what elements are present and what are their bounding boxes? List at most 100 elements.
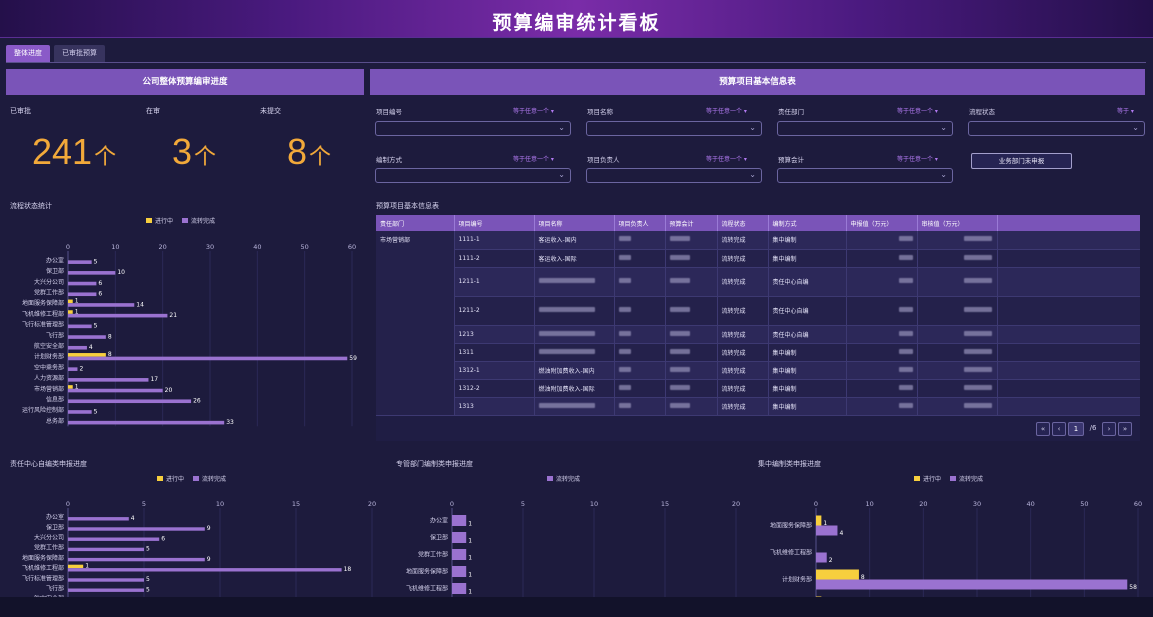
table-row[interactable]: 1211-2 流转完成 责任中心自编 — [376, 296, 1140, 326]
cell-project-owner — [614, 267, 666, 297]
axis-tick-label: 10 — [111, 243, 119, 251]
prev-page-button[interactable]: ‹ — [1052, 422, 1066, 436]
filter-select-process-status[interactable]: ⌄ — [968, 121, 1145, 136]
bar-value-label: 21 — [169, 312, 177, 319]
filter-select-project-owner[interactable]: ⌄ — [586, 168, 762, 183]
cell-spacer — [997, 325, 1140, 344]
table-row[interactable]: 1111-2 客运收入-国际 流转完成 集中编制 — [376, 249, 1140, 268]
axis-tick-label: 40 — [253, 243, 261, 251]
category-label: 信息部 — [46, 395, 64, 403]
tab-overall-progress[interactable]: 整体进度 — [6, 45, 50, 62]
unreported-departments-button[interactable]: 业务部门未申报 — [971, 153, 1072, 169]
axis-tick-label: 30 — [973, 500, 981, 508]
bar-value-label: 8 — [108, 333, 112, 340]
bar-value-label: 9 — [207, 525, 211, 532]
bar-done — [68, 517, 129, 521]
stat-label-reviewing: 在审 — [146, 107, 160, 115]
axis-tick-label: 20 — [732, 500, 740, 508]
col-header-process-status[interactable]: 流程状态 — [717, 215, 769, 231]
bar-done — [816, 579, 1128, 590]
bar-value-label: 5 — [146, 586, 150, 593]
col-header-project-owner[interactable]: 项目负责人 — [614, 215, 666, 231]
col-header-project-name[interactable]: 项目名称 — [534, 215, 615, 231]
category-label: 空中乘务部 — [34, 363, 64, 371]
legend-swatch — [547, 476, 553, 481]
filter-select-department[interactable]: ⌄ — [777, 121, 953, 136]
cell-declared-value — [846, 379, 918, 398]
cell-declared-value — [846, 267, 918, 297]
current-page[interactable]: 1 — [1068, 422, 1084, 436]
axis-tick-label: 50 — [1080, 500, 1088, 508]
legend-swatch — [182, 218, 188, 223]
bar-value-label: 6 — [98, 291, 102, 298]
cell-compile-mode: 集中编制 — [768, 249, 847, 268]
stat-value-unsubmitted: 8个 — [287, 131, 332, 172]
table-row[interactable]: 市场营销部 1111-1 客运收入-国内 流转完成 集中编制 — [376, 231, 1140, 416]
bar-done — [68, 324, 92, 329]
filter-op-process-status[interactable]: 等于 ▾ — [1117, 106, 1134, 115]
chevron-down-icon: ⌄ — [940, 123, 947, 132]
cell-approved-value — [917, 343, 998, 362]
table-row[interactable]: 1213 流转完成 责任中心自编 — [376, 325, 1140, 344]
category-label: 地面服务保障部 — [22, 554, 64, 562]
bar-value-label: 14 — [136, 301, 144, 308]
table-row[interactable]: 1312-1 燃油附加费收入-国内 流转完成 集中编制 — [376, 361, 1140, 380]
tab-approved-budget[interactable]: 已审批预算 — [54, 45, 105, 62]
col-header-department[interactable]: 责任部门 — [376, 215, 455, 231]
axis-tick-label: 5 — [142, 500, 146, 508]
chevron-down-icon: ⌄ — [940, 170, 947, 179]
bar-value-label: 59 — [349, 355, 357, 362]
bar-done — [68, 527, 205, 531]
cell-approved-value — [917, 361, 998, 380]
chart-dept-compiled: 流转完成 0 5 10 15 20 办公室 1 保卫部 1 党群工作部 1 地面服务保障部 1 飞机维修工程… — [406, 475, 740, 597]
col-header-declared-value[interactable]: 申报值（万元） — [846, 215, 918, 231]
category-label: 飞机维修工程部 — [22, 310, 64, 318]
filter-op-compile-mode[interactable]: 等于任意一个 ▾ — [513, 154, 554, 163]
next-page-button[interactable]: › — [1102, 422, 1116, 436]
last-page-button[interactable]: » — [1118, 422, 1132, 436]
category-label: 保卫部 — [430, 534, 448, 542]
axis-tick-label: 5 — [521, 500, 525, 508]
col-header-spacer — [997, 215, 1140, 231]
col-header-compile-mode[interactable]: 编制方式 — [768, 215, 847, 231]
legend-swatch — [914, 476, 920, 481]
cell-project-code: 1211-2 — [454, 296, 535, 326]
table-row[interactable]: 1313 流转完成 集中编制 — [376, 397, 1140, 416]
filter-select-project-name[interactable]: ⌄ — [586, 121, 762, 136]
category-label: 办公室 — [430, 517, 448, 525]
table-row[interactable]: 1312-2 燃油附加费收入-国际 流转完成 集中编制 — [376, 379, 1140, 398]
filter-select-budget-accountant[interactable]: ⌄ — [777, 168, 953, 183]
cell-project-name — [534, 397, 615, 416]
cell-project-name: 客运收入-国内 — [534, 231, 615, 250]
bar-value-label: 6 — [161, 535, 165, 542]
legend-label: 流转完成 — [191, 217, 215, 225]
cell-project-owner — [614, 361, 666, 380]
first-page-button[interactable]: « — [1036, 422, 1050, 436]
table-row[interactable]: 1211-1 流转完成 责任中心自编 — [376, 267, 1140, 297]
filter-select-project-code[interactable]: ⌄ — [375, 121, 571, 136]
filter-op-budget-accountant[interactable]: 等于任意一个 ▾ — [897, 154, 938, 163]
filter-op-project-code[interactable]: 等于任意一个 ▾ — [513, 106, 554, 115]
col-header-budget-accountant[interactable]: 预算会计 — [665, 215, 718, 231]
bar-in-progress — [816, 569, 859, 580]
bar-done — [452, 549, 467, 560]
axis-tick-label: 10 — [866, 500, 874, 508]
bar-done — [68, 588, 144, 592]
category-label: 飞行部 — [46, 331, 64, 339]
filter-op-project-owner[interactable]: 等于任意一个 ▾ — [706, 154, 747, 163]
cell-project-code: 1312-2 — [454, 379, 535, 398]
stat-value-approved: 241个 — [32, 131, 117, 172]
axis-tick-label: 60 — [1134, 500, 1142, 508]
filter-op-project-name[interactable]: 等于任意一个 ▾ — [706, 106, 747, 115]
table-row[interactable]: 1311 流转完成 集中编制 — [376, 343, 1140, 362]
category-label: 地面服务保障部 — [770, 522, 812, 530]
bar-value-label: 5 — [94, 258, 98, 265]
col-header-project-code[interactable]: 项目编号 — [454, 215, 535, 231]
axis-tick-label: 20 — [368, 500, 376, 508]
bar-value-label: 4 — [89, 344, 93, 351]
filter-select-compile-mode[interactable]: ⌄ — [375, 168, 571, 183]
cell-process-status: 流转完成 — [717, 397, 769, 416]
filter-op-department[interactable]: 等于任意一个 ▾ — [897, 106, 938, 115]
cell-spacer — [997, 343, 1140, 362]
col-header-approved-value[interactable]: 审核值（万元） — [917, 215, 998, 231]
